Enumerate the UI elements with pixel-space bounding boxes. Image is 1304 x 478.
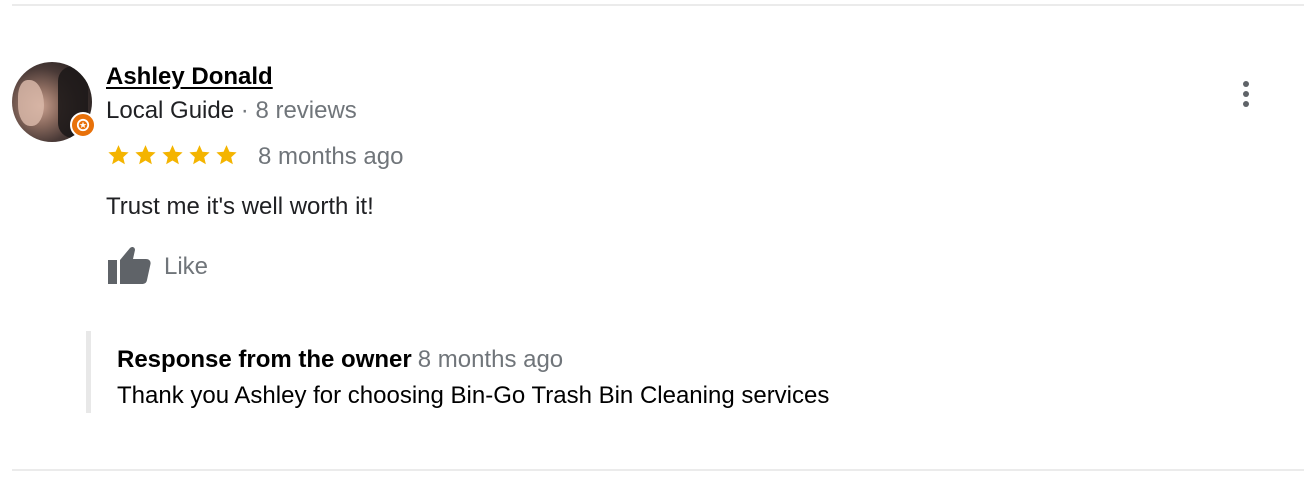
thumbs-up-icon (106, 244, 152, 291)
author-name-link[interactable]: Ashley Donald (106, 63, 273, 91)
star-icon (162, 145, 183, 165)
owner-response-time: 8 months ago (417, 346, 564, 373)
review-count: 8 reviews (255, 97, 357, 124)
author-meta: Local Guide · 8 reviews (106, 96, 357, 126)
review-time: 8 months ago (258, 143, 404, 170)
local-guide-badge-icon (70, 112, 96, 138)
like-button[interactable]: Like (106, 245, 208, 289)
like-label: Like (164, 253, 209, 280)
star-icon (135, 145, 156, 165)
owner-response: Response from the owner 8 months ago Than… (86, 331, 986, 413)
star-icon (189, 145, 210, 165)
top-divider (12, 4, 1304, 6)
star-rating (106, 141, 239, 169)
owner-response-header: Response from the owner 8 months ago (117, 345, 563, 378)
review-text: Trust me it's well worth it! (106, 193, 374, 220)
avatar[interactable] (12, 62, 96, 142)
owner-response-title: Response from the owner (117, 346, 412, 373)
star-icon (108, 145, 129, 165)
owner-response-text: Thank you Ashley for choosing Bin-Go Tra… (117, 382, 830, 409)
bottom-divider (12, 469, 1304, 471)
star-icon (216, 145, 237, 165)
more-options-button[interactable] (1228, 76, 1264, 112)
local-guide-label: Local Guide (106, 97, 235, 124)
meta-separator: · (240, 97, 249, 124)
more-vert-icon (1243, 81, 1249, 87)
